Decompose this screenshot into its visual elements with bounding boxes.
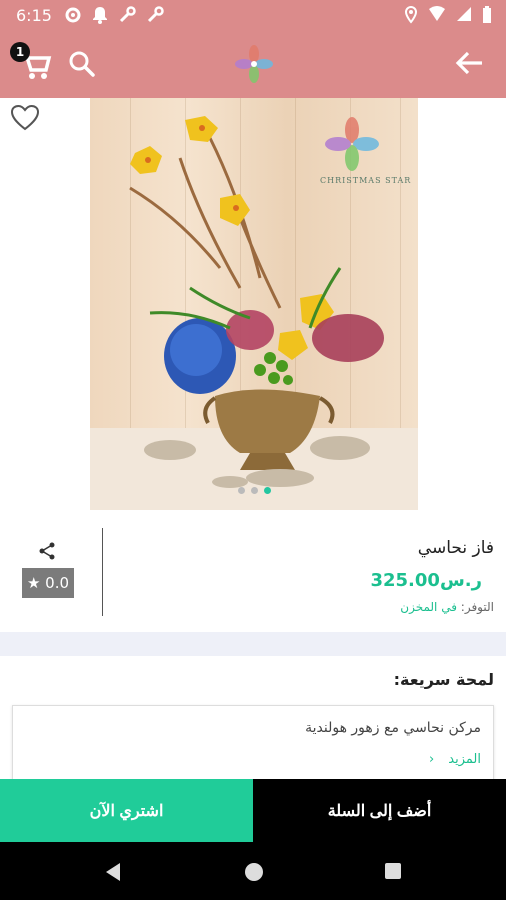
share-icon — [39, 542, 55, 560]
bell-icon — [93, 7, 107, 24]
flower-logo-icon — [235, 45, 273, 83]
nav-back-button[interactable] — [104, 862, 122, 886]
settings-gear-icon — [65, 7, 81, 23]
brand-watermark: CHRISTMAS STAR — [320, 176, 412, 185]
description-text: مركن نحاسي مع زهور هولندية — [305, 720, 481, 736]
stock-value: في المخزن — [400, 600, 457, 614]
quick-glimpse-title: لمحة سريعة: — [393, 670, 494, 689]
product-image[interactable]: CHRISTMAS STAR — [90, 98, 418, 510]
circle-home-icon — [245, 863, 263, 881]
status-notification-icons — [64, 6, 164, 24]
carousel-dot-active[interactable] — [264, 487, 271, 494]
triangle-back-icon — [106, 863, 120, 881]
cart-button[interactable]: 1 — [10, 42, 52, 82]
chevron-left-icon: ‹ — [428, 752, 435, 767]
stock-label: التوفر: — [460, 600, 494, 614]
more-label: المزيد — [448, 752, 481, 767]
status-bar: 6:15 — [0, 0, 506, 32]
search-button[interactable] — [68, 50, 96, 82]
stock-availability: التوفر: في المخزن — [400, 600, 494, 614]
arrow-back-icon — [455, 51, 482, 75]
wrench-icon — [119, 6, 136, 23]
flower-arrangement-illustration — [90, 116, 418, 510]
system-navigation-bar — [0, 842, 506, 900]
signal-icon — [457, 7, 471, 21]
back-button[interactable] — [454, 50, 484, 80]
app-bar: 1 — [0, 32, 506, 98]
status-system-icons — [404, 6, 492, 24]
cart-count-badge: 1 — [10, 42, 30, 62]
wrench-icon — [147, 6, 164, 23]
description-card: مركن نحاسي مع زهور هولندية المزيد ‹ — [12, 705, 494, 787]
carousel-dot[interactable] — [238, 487, 245, 494]
favorite-button[interactable] — [10, 104, 40, 136]
wifi-icon — [429, 6, 445, 21]
section-separator — [0, 632, 506, 656]
more-link[interactable]: المزيد ‹ — [429, 752, 481, 767]
add-to-cart-button[interactable]: أضف إلى السلة — [253, 779, 506, 842]
buy-now-button[interactable]: اشتري الآن — [0, 779, 253, 842]
carousel-dot[interactable] — [251, 487, 258, 494]
product-title: فاز نحاسي — [417, 538, 494, 558]
nav-recents-button[interactable] — [384, 862, 402, 884]
product-price: 325.00ر.س — [370, 570, 482, 591]
heart-outline-icon — [10, 104, 40, 131]
share-button[interactable] — [38, 542, 56, 564]
app-logo — [234, 44, 274, 88]
info-divider — [102, 528, 103, 616]
battery-icon — [483, 6, 491, 23]
image-carousel-indicator — [238, 487, 271, 494]
search-icon — [69, 51, 95, 77]
square-recents-icon — [385, 863, 401, 879]
nav-home-button[interactable] — [244, 862, 264, 886]
rating-badge: ★ 0.0 — [22, 568, 74, 598]
location-icon — [404, 6, 418, 24]
status-time: 6:15 — [16, 6, 52, 25]
